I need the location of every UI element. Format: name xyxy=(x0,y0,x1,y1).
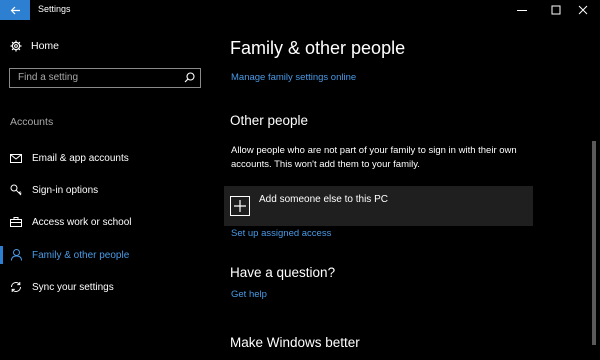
search-input[interactable] xyxy=(10,69,188,86)
close-button[interactable] xyxy=(566,0,600,20)
sync-icon xyxy=(9,281,23,293)
have-a-question-heading: Have a question? xyxy=(230,265,336,280)
back-button[interactable] xyxy=(0,0,30,20)
sidebar-item-label: Email & app accounts xyxy=(32,152,129,164)
search-box[interactable] xyxy=(9,68,201,88)
section-label-accounts: Accounts xyxy=(10,116,54,128)
sidebar-item-sign-in-options[interactable]: Sign-in options xyxy=(0,177,205,203)
minimize-icon xyxy=(517,10,527,11)
other-people-heading: Other people xyxy=(230,113,309,128)
page-title: Family & other people xyxy=(230,38,406,58)
scrollbar[interactable] xyxy=(592,141,596,345)
sidebar-item-label: Family & other people xyxy=(32,249,130,261)
plus-icon xyxy=(230,196,250,216)
close-icon xyxy=(578,5,588,15)
mail-icon xyxy=(9,153,23,163)
make-windows-better-heading: Make Windows better xyxy=(230,335,360,350)
maximize-icon xyxy=(551,5,561,15)
add-someone-label: Add someone else to this PC xyxy=(259,194,388,205)
home-nav-item[interactable]: Home xyxy=(10,40,59,52)
title-bar: Settings xyxy=(0,0,600,20)
search-icon[interactable] xyxy=(184,72,195,83)
sidebar-item-email-app-accounts[interactable]: Email & app accounts xyxy=(0,145,205,171)
back-arrow-icon xyxy=(10,6,20,14)
set-up-assigned-access-link[interactable]: Set up assigned access xyxy=(231,228,331,239)
minimize-button[interactable] xyxy=(505,0,539,20)
sidebar-item-family-other-people[interactable]: Family & other people xyxy=(0,242,205,268)
briefcase-icon xyxy=(9,217,23,227)
sidebar-item-label: Sync your settings xyxy=(32,281,114,293)
add-someone-button[interactable]: Add someone else to this PC xyxy=(224,186,533,226)
sidebar: Home Accounts Email & app accounts Sign-… xyxy=(0,20,210,360)
sidebar-item-access-work-school[interactable]: Access work or school xyxy=(0,209,205,235)
manage-family-settings-link[interactable]: Manage family settings online xyxy=(231,72,356,83)
sidebar-item-sync-settings[interactable]: Sync your settings xyxy=(0,274,205,300)
key-icon xyxy=(9,184,23,196)
window-title: Settings xyxy=(38,4,71,14)
sidebar-item-label: Access work or school xyxy=(32,216,132,228)
sidebar-item-label: Sign-in options xyxy=(32,184,99,196)
get-help-link[interactable]: Get help xyxy=(231,289,267,300)
other-people-description: Allow people who are not part of your fa… xyxy=(231,145,517,170)
home-label: Home xyxy=(31,40,60,52)
person-icon xyxy=(9,249,23,261)
gear-icon xyxy=(10,40,22,52)
active-indicator xyxy=(0,246,3,264)
